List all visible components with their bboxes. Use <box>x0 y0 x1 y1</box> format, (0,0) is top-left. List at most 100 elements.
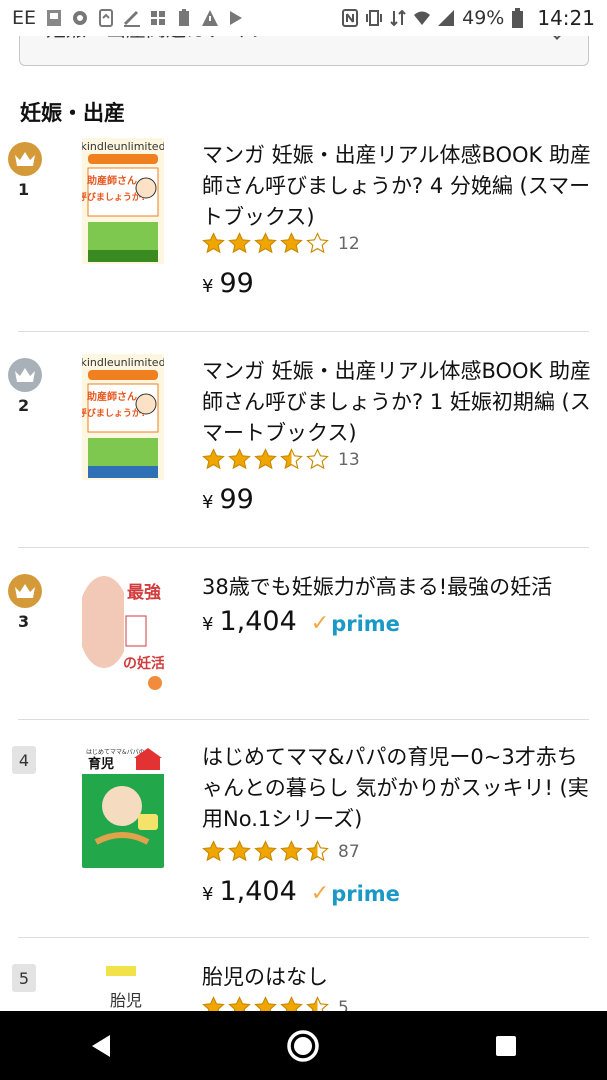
rating-count[interactable]: 12 <box>338 234 360 254</box>
svg-text:はじめてママ&パパの: はじめてママ&パパの <box>86 749 145 756</box>
photo-notification-icon <box>47 10 62 26</box>
rating-count[interactable]: 5 <box>338 998 349 1012</box>
back-button[interactable] <box>71 1016 131 1076</box>
crown-icon <box>15 152 35 166</box>
star-full-icon <box>202 448 225 470</box>
star-rating: 13 <box>202 448 360 471</box>
book-cover-image: 胎児 <box>82 962 164 1011</box>
star-full-icon <box>280 996 303 1011</box>
prime-label: prime <box>331 881 400 906</box>
rank-badge: 5 <box>12 964 36 992</box>
book-cover[interactable]: はじめてママ&パパの 育児 <box>82 744 164 868</box>
book-cover[interactable]: 最強 の妊活 <box>82 572 164 696</box>
prime-label: prime <box>331 611 400 636</box>
prime-check-icon: ✓ <box>310 611 330 636</box>
star-full-icon <box>280 232 303 254</box>
book-title[interactable]: はじめてママ&パパの育児ー0~3才赤ちゃんとの暮らし 気がかりがスッキリ! (実… <box>202 742 592 835</box>
star-full-icon <box>254 996 277 1011</box>
crown-icon <box>15 368 35 382</box>
vibrate-icon <box>366 10 383 26</box>
star-full-icon <box>254 232 277 254</box>
rank-number: 2 <box>18 396 30 415</box>
price: 1,404 <box>219 876 297 907</box>
book-cover-image: kindleunlimited 助産師さん 呼びましょうか? <box>82 354 164 480</box>
star-full-icon <box>228 840 251 862</box>
section-title: 妊娠・出産 <box>20 101 125 125</box>
svg-text:最強: 最強 <box>127 582 161 603</box>
list-item[interactable]: 1 kindleunlimited 助産師さん 呼びましょうか? マンガ 妊娠・… <box>0 134 607 332</box>
crown-icon <box>15 584 35 598</box>
star-icons <box>202 840 332 863</box>
star-full-icon <box>254 840 277 862</box>
rank-number: 1 <box>18 180 30 199</box>
price-row: ¥ 1,404 ✓ prime <box>202 606 400 637</box>
list-item[interactable]: 5 胎児 胎児のはなし 5 <box>0 960 607 1011</box>
star-full-icon <box>228 996 251 1011</box>
list-item[interactable]: 3 最強 の妊活 38歳でも妊娠力が高まる!最強の妊活 ¥ 1,404 ✓ pr… <box>0 570 607 710</box>
rating-count[interactable]: 87 <box>338 842 360 862</box>
divider <box>18 331 589 332</box>
svg-text:育児: 育児 <box>88 756 114 772</box>
book-cover-image: 最強 の妊活 <box>82 572 164 696</box>
book-cover[interactable]: kindleunlimited 助産師さん 呼びましょうか? <box>82 354 164 480</box>
svg-text:kindleunlimited: kindleunlimited <box>82 356 164 369</box>
star-rating: 87 <box>202 840 360 863</box>
star-full-icon <box>202 840 225 862</box>
currency-symbol: ¥ <box>202 614 214 635</box>
book-title[interactable]: マンガ 妊娠・出産リアル体感BOOK 助産師さん呼びましょうか? 4 分娩編 (… <box>202 140 592 233</box>
currency-symbol: ¥ <box>202 492 214 513</box>
battery-icon <box>512 8 524 28</box>
star-rating: 12 <box>202 232 360 255</box>
rank-number: 3 <box>18 612 30 631</box>
star-rating: 5 <box>202 996 349 1011</box>
book-title[interactable]: 38歳でも妊娠力が高まる!最強の妊活 <box>202 572 592 603</box>
star-icons <box>202 996 332 1011</box>
carrier-label: EE <box>12 7 37 29</box>
gold-crown-badge <box>8 142 42 176</box>
recents-icon <box>495 1035 516 1056</box>
book-cover[interactable]: kindleunlimited 助産師さん 呼びましょうか? <box>82 138 164 264</box>
navigation-bar <box>0 1011 607 1080</box>
divider <box>18 719 589 720</box>
star-icons <box>202 232 332 255</box>
star-full-icon <box>228 448 251 470</box>
home-icon <box>287 1029 320 1062</box>
warning-icon <box>202 10 219 26</box>
star-half-icon <box>306 840 329 862</box>
rank-badge: 4 <box>12 746 36 774</box>
play-notification-icon <box>230 11 243 25</box>
edit-notification-icon <box>124 11 141 27</box>
svg-text:胎児: 胎児 <box>110 991 142 1010</box>
silver-crown-badge <box>8 358 42 392</box>
star-full-icon <box>280 840 303 862</box>
prime-check-icon: ✓ <box>310 881 330 906</box>
divider <box>18 547 589 548</box>
book-cover-image: はじめてママ&パパの 育児 <box>82 744 164 868</box>
recents-button[interactable] <box>476 1016 536 1076</box>
data-transfer-icon <box>390 9 406 27</box>
svg-text:kindleunlimited: kindleunlimited <box>82 140 164 153</box>
list-item[interactable]: 2 kindleunlimited 助産師さん 呼びましょうか? マンガ 妊娠・… <box>0 350 607 548</box>
star-empty-icon <box>306 448 329 470</box>
star-full-icon <box>202 232 225 254</box>
currency-symbol: ¥ <box>202 884 214 905</box>
divider <box>18 937 589 938</box>
prime-badge: ✓ prime <box>311 881 400 906</box>
battery-percent: 49% <box>462 7 505 29</box>
book-title[interactable]: 胎児のはなし <box>202 962 592 993</box>
list-item[interactable]: 4 はじめてママ&パパの 育児 はじめてママ&パパの育児ー0~3才赤ちゃんとの暮… <box>0 740 607 936</box>
svg-text:呼びましょうか?: 呼びましょうか? <box>82 191 146 203</box>
price: 99 <box>219 268 254 299</box>
star-half-icon <box>306 996 329 1011</box>
book-title[interactable]: マンガ 妊娠・出産リアル体感BOOK 助産師さん呼びましょうか? 1 妊娠初期編… <box>202 356 592 449</box>
price-row: ¥ 1,404 ✓ prime <box>202 876 400 907</box>
star-full-icon <box>228 232 251 254</box>
price: 1,404 <box>219 606 297 637</box>
book-cover[interactable]: 胎児 <box>82 962 164 1011</box>
gold-crown-badge <box>8 574 42 608</box>
rating-count[interactable]: 13 <box>338 450 360 470</box>
nfc-icon <box>342 9 359 27</box>
app-notification-icon <box>73 11 88 25</box>
cell-signal-icon <box>438 10 455 26</box>
home-button[interactable] <box>273 1016 333 1076</box>
